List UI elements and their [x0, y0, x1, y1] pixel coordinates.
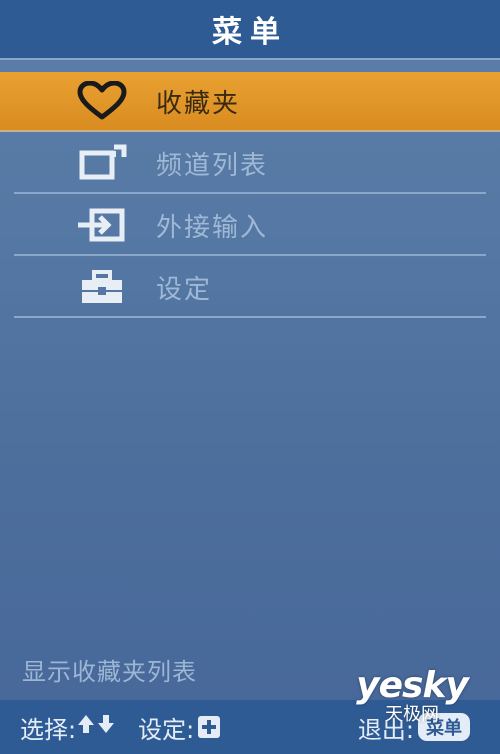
watermark-sub-text: 天极网 [385, 704, 439, 725]
menu-item-label: 外接输入 [156, 212, 269, 243]
plus-key-icon [198, 716, 221, 738]
select-hint: 选择: [20, 710, 116, 745]
menu-item-label: 频道列表 [156, 150, 269, 181]
menu-screen: 菜单 收藏夹 频道列表 外接输入 设定 显示收藏夹列表 选择: 设定: 退出: … [0, 0, 500, 754]
page-title: 菜单 [212, 15, 288, 50]
menu-item-channel-list[interactable]: 频道列表 [14, 134, 486, 194]
main-menu: 收藏夹 频道列表 外接输入 设定 [0, 72, 500, 320]
menu-item-label: 收藏夹 [156, 88, 241, 119]
heart-icon [72, 81, 132, 121]
menu-item-external-input[interactable]: 外接输入 [14, 196, 486, 256]
help-text: 显示收藏夹列表 [22, 658, 197, 686]
set-label: 设定: [138, 715, 195, 744]
select-label: 选择: [20, 715, 77, 744]
channel-list-icon [72, 143, 132, 183]
menu-item-settings[interactable]: 设定 [14, 258, 486, 318]
menu-item-favorites[interactable]: 收藏夹 [0, 72, 500, 132]
input-source-icon [72, 205, 132, 245]
set-hint: 设定: [138, 710, 221, 745]
header-bar: 菜单 [0, 0, 500, 60]
menu-item-label: 设定 [156, 274, 213, 305]
watermark-logo-text: yesky [356, 665, 469, 706]
toolbox-icon [72, 267, 132, 307]
up-down-arrow-icon [76, 713, 116, 741]
watermark-logo: yesky 天极网 [352, 668, 472, 724]
